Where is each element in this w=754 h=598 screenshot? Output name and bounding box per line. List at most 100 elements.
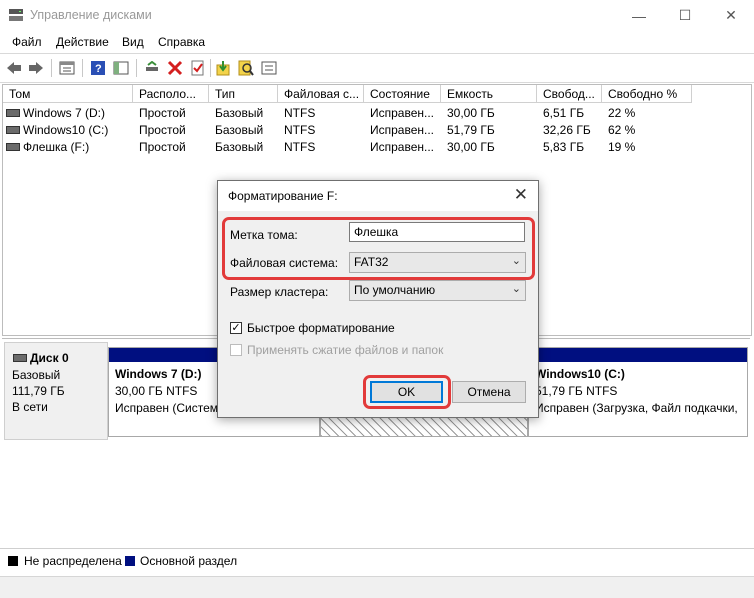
menu-bar: Файл Действие Вид Справка [0,31,754,53]
disk-0-label[interactable]: Диск 0 Базовый 111,79 ГБ В сети [4,342,108,440]
drive-icon [13,353,27,362]
partition-bar [529,348,747,362]
volume-layout: Простой [139,123,186,137]
column-header-layout[interactable]: Располо... [133,85,209,103]
partition-status: Исправен (Загрузка, Файл подкачки, [535,401,738,415]
column-header-free[interactable]: Свобод... [537,85,602,103]
svg-text:?: ? [95,63,102,75]
volume-free: 6,51 ГБ [543,106,585,120]
connect-drive-icon[interactable] [143,59,161,77]
volume-type: Базовый [215,123,264,137]
column-header-type[interactable]: Тип [209,85,278,103]
volume-capacity: 51,79 ГБ [447,123,495,137]
volume-capacity: 30,00 ГБ [447,106,495,120]
disk-size: 111,79 ГБ [12,384,65,398]
cluster-size-caption: Размер кластера: [230,285,329,299]
partition-windows10[interactable]: Windows10 (C:) 51,79 ГБ NTFS Исправен (З… [528,347,748,437]
drive-icon [6,108,20,117]
search-icon[interactable] [237,59,255,77]
partition-name: Windows10 (C:) [535,367,625,381]
help-icon[interactable]: ? [89,59,107,77]
minimize-button[interactable]: — [616,0,662,31]
column-header-status[interactable]: Состояние [364,85,441,103]
close-button[interactable]: ✕ [708,0,754,31]
volume-free-percent: 62 % [608,123,636,137]
table-row[interactable]: Windows10 (C:) Простой Базовый NTFS Испр… [3,122,751,139]
legend-label-unallocated: Не распределена [24,554,122,568]
close-icon: ✕ [725,7,737,23]
drive-icon [6,142,20,151]
volume-name: Windows 7 (D:) [23,106,106,120]
status-bar [0,576,754,598]
legend-label-primary: Основной раздел [140,554,238,568]
volume-status: Исправен... [370,106,435,120]
quick-format-label: Быстрое форматирование [247,321,395,335]
volume-layout: Простой [139,140,186,154]
back-arrow-icon[interactable] [5,59,23,77]
list-view-icon[interactable] [260,59,278,77]
cluster-size-select[interactable]: По умолчанию ⌄ [349,280,526,301]
drive-icon [6,125,20,134]
volume-type: Базовый [215,106,264,120]
quick-format-checkbox[interactable]: ✓ [230,322,242,334]
show-pane-icon[interactable] [112,59,130,77]
partition-info: 51,79 ГБ NTFS [535,384,618,398]
highlight-frame [222,217,535,280]
toolbar: ? [0,53,754,83]
window-title: Управление дисками [30,8,152,22]
menu-action[interactable]: Действие [56,35,109,49]
cancel-button[interactable]: Отмена [452,381,526,403]
check-icon[interactable] [189,59,207,77]
column-header-free-percent[interactable]: Свободно % [602,85,692,103]
column-header-filesystem[interactable]: Файловая с... [278,85,364,103]
maximize-button[interactable]: ☐ [662,0,708,31]
column-header-capacity[interactable]: Емкость [441,85,537,103]
volume-layout: Простой [139,106,186,120]
disk-status: В сети [12,400,48,414]
volume-type: Базовый [215,140,264,154]
menu-view[interactable]: Вид [122,35,144,49]
partition-name: Windows 7 (D:) [115,367,202,381]
volume-free: 32,26 ГБ [543,123,591,137]
disk-name: Диск 0 [30,351,69,365]
volume-free: 5,83 ГБ [543,140,585,154]
menu-help[interactable]: Справка [158,35,205,49]
minimize-icon: — [632,7,646,24]
disk-type: Базовый [12,368,61,382]
format-dialog: Форматирование F: ✕ Метка тома: Флешка Ф… [217,180,539,418]
volume-filesystem: NTFS [284,106,316,120]
volume-capacity: 30,00 ГБ [447,140,495,154]
volume-status: Исправен... [370,140,435,154]
dialog-close-icon[interactable]: ✕ [514,185,528,205]
dialog-title-bar: Форматирование F: ✕ [218,181,538,211]
volume-name: Флешка (F:) [23,140,90,154]
volume-status: Исправен... [370,123,435,137]
chevron-down-icon: ⌄ [511,283,521,295]
menu-file[interactable]: Файл [12,35,42,49]
legend-swatch-unallocated [8,556,18,566]
table-row[interactable]: Windows 7 (D:) Простой Базовый NTFS Испр… [3,105,751,122]
maximize-icon: ☐ [678,7,692,23]
column-header-volume[interactable]: Том [3,85,133,103]
import-icon[interactable] [214,59,232,77]
legend-swatch-primary [125,556,135,566]
properties-icon[interactable] [58,59,76,77]
compression-label: Применять сжатие файлов и папок [247,343,444,357]
table-row[interactable]: Флешка (F:) Простой Базовый NTFS Исправе… [3,139,751,156]
volume-name: Windows10 (C:) [23,123,109,137]
forward-arrow-icon[interactable] [27,59,45,77]
volume-filesystem: NTFS [284,123,316,137]
disk-management-app-icon [9,9,23,21]
checkmark-icon: ✓ [231,322,241,334]
dialog-title: Форматирование F: [228,189,338,203]
partition-status: Исправен (Систем [115,401,218,415]
title-bar: Управление дисками — ☐ ✕ [0,0,754,31]
volume-free-percent: 22 % [608,106,636,120]
ok-highlight-frame [363,375,451,409]
volume-free-percent: 19 % [608,140,636,154]
compression-checkbox[interactable] [230,344,242,356]
volume-filesystem: NTFS [284,140,316,154]
cluster-size-value: По умолчанию [354,283,436,297]
delete-icon[interactable] [166,59,184,77]
partition-info: 30,00 ГБ NTFS [115,384,198,398]
